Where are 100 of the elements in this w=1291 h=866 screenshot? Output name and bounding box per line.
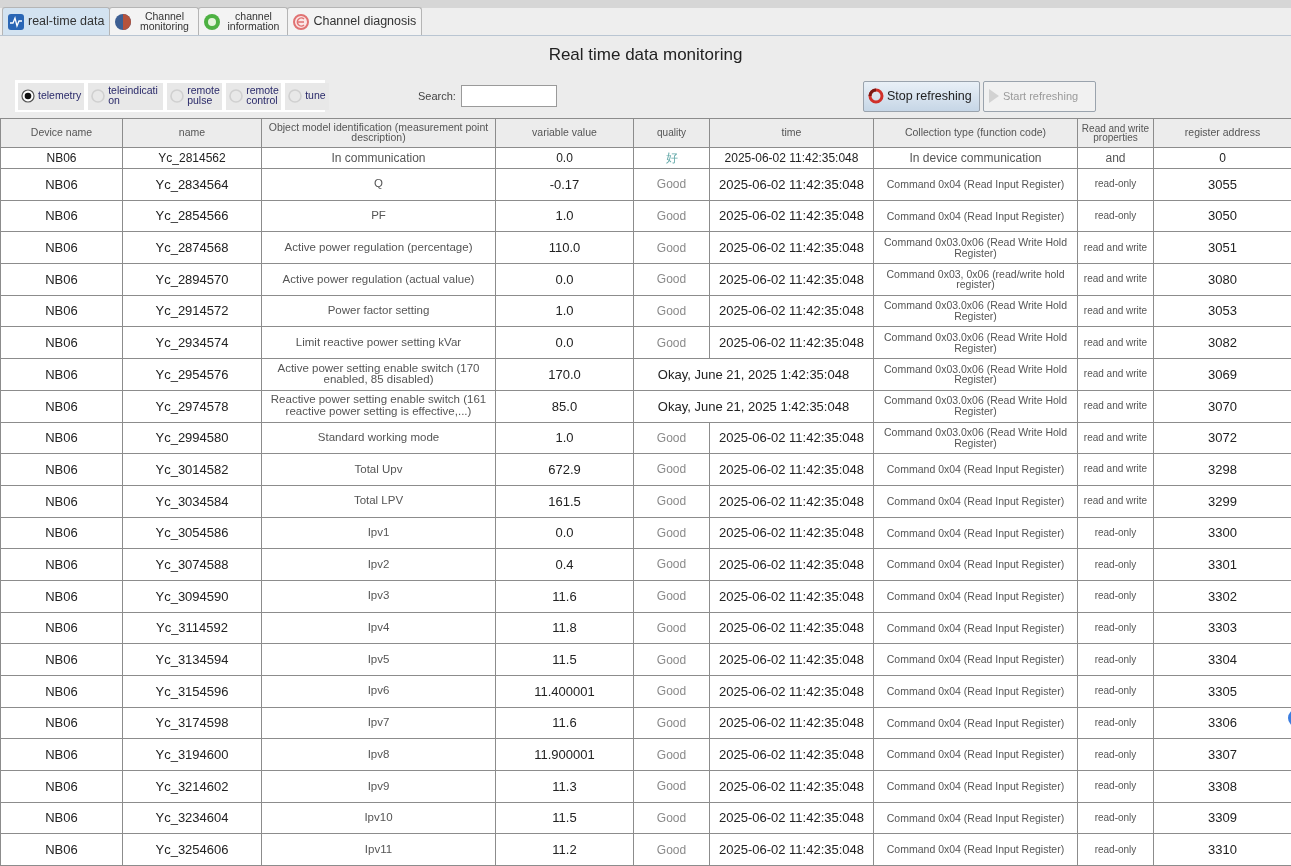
table-cell: read-only <box>1077 833 1154 866</box>
column-header[interactable]: variable value <box>495 118 634 148</box>
table-cell: read-only <box>1077 643 1154 676</box>
table-cell: Command 0x03.0x06 (Read Write Hold Register) <box>873 358 1078 391</box>
table-cell: 2025-06-02 11:42:35:048 <box>709 517 874 549</box>
table-cell: NB06 <box>0 422 123 454</box>
table-cell: Yc_2874568 <box>122 231 262 264</box>
table-cell: Limit reactive power setting kVar <box>261 326 496 359</box>
table-cell: 2025-06-02 11:42:35:048 <box>709 643 874 676</box>
column-header[interactable]: Device name <box>0 118 123 148</box>
column-header[interactable]: name <box>122 118 262 148</box>
table-cell: 11.5 <box>495 802 634 834</box>
table-cell: Ipv5 <box>261 643 496 676</box>
column-header[interactable]: register address <box>1153 118 1291 148</box>
table-cell: 672.9 <box>495 453 634 486</box>
table-cell: Good <box>633 231 710 264</box>
table-cell: Good <box>633 326 710 359</box>
table-cell: NB06 <box>0 263 123 296</box>
column-header[interactable]: Read and write properties <box>1077 118 1154 148</box>
table-cell: 3069 <box>1153 358 1291 391</box>
table-cell: NB06 <box>0 147 123 169</box>
circle-e-icon <box>293 13 310 30</box>
table-cell: read and write <box>1077 453 1154 486</box>
table-cell: Yc_3214602 <box>122 770 262 803</box>
table-cell: 2025-06-02 11:42:35:048 <box>709 738 874 771</box>
tab[interactable]: Channel diagnosis <box>287 7 423 35</box>
table-cell: 3301 <box>1153 548 1291 581</box>
table-cell: Command 0x04 (Read Input Register) <box>873 612 1078 644</box>
column-header[interactable]: quality <box>633 118 710 148</box>
table-cell: read-only <box>1077 707 1154 739</box>
table-cell: NB06 <box>0 200 123 232</box>
table-cell: Command 0x04 (Read Input Register) <box>873 770 1078 803</box>
tab[interactable]: Channel monitoring <box>109 7 200 35</box>
table-cell: NB06 <box>0 326 123 359</box>
table-cell: NB06 <box>0 548 123 581</box>
tab[interactable]: channel information <box>198 7 289 35</box>
column-header[interactable]: Object model identification (measurement point description) <box>261 118 496 148</box>
radio-option[interactable]: remote pulse <box>167 82 223 110</box>
table-cell: 11.400001 <box>495 675 634 708</box>
column-header[interactable]: Collection type (function code) <box>873 118 1078 148</box>
table-cell: NB06 <box>0 770 123 803</box>
table-cell: Power factor setting <box>261 295 496 327</box>
table-cell: read-only <box>1077 200 1154 232</box>
table-cell: Good <box>633 770 710 803</box>
table-cell: Yc_2914572 <box>122 295 262 327</box>
search-field[interactable] <box>460 85 557 107</box>
table-cell: Ipv9 <box>261 770 496 803</box>
stop-icon <box>867 88 884 104</box>
table-cell: 3051 <box>1153 231 1291 264</box>
table-cell: 3307 <box>1153 738 1291 771</box>
table-cell: Yc_3014582 <box>122 453 262 486</box>
table-cell: NB06 <box>0 675 123 708</box>
table-cell: 1.0 <box>495 422 634 454</box>
table-cell: Ipv2 <box>261 548 496 581</box>
table-cell: read-only <box>1077 802 1154 834</box>
table-cell: Command 0x03.0x06 (Read Write Hold Register) <box>873 231 1078 264</box>
column-header[interactable]: time <box>709 118 874 148</box>
table-cell: NB06 <box>0 643 123 676</box>
table-cell: 11.3 <box>495 770 634 803</box>
table-cell: read-only <box>1077 168 1154 201</box>
radio-option[interactable]: remote control <box>226 82 282 110</box>
table-cell: 3305 <box>1153 675 1291 708</box>
table-cell: NB06 <box>0 485 123 518</box>
radio-option[interactable]: tune <box>285 82 329 110</box>
table-cell: 3309 <box>1153 802 1291 834</box>
table-cell: Command 0x03.0x06 (Read Write Hold Register) <box>873 326 1078 359</box>
table-cell: 110.0 <box>495 231 634 264</box>
table-cell: 11.900001 <box>495 738 634 771</box>
table-cell: read-only <box>1077 675 1154 708</box>
table-cell: -0.17 <box>495 168 634 201</box>
table-cell: 2025-06-02 11:42:35:048 <box>709 326 874 359</box>
table-cell: read-only <box>1077 738 1154 771</box>
table-cell: Good <box>633 453 710 486</box>
table-cell: 3298 <box>1153 453 1291 486</box>
tab[interactable]: real-time data <box>2 7 111 35</box>
table-cell: Command 0x04 (Read Input Register) <box>873 643 1078 676</box>
search-label: Search: <box>418 88 456 104</box>
table-cell: Yc_3194600 <box>122 738 262 771</box>
table-cell: 2025-06-02 11:42:35:048 <box>709 485 874 518</box>
table-cell: 170.0 <box>495 358 634 391</box>
radio-option[interactable]: teleindication <box>88 82 164 110</box>
table-cell: Good <box>633 168 710 201</box>
table-cell: Yc_2994580 <box>122 422 262 454</box>
table-cell: 85.0 <box>495 390 634 422</box>
refresh-button[interactable]: Stop refreshing <box>862 80 980 112</box>
table-cell: 3055 <box>1153 168 1291 201</box>
table-cell: Ipv4 <box>261 612 496 644</box>
table-cell: Good <box>633 295 710 327</box>
table-cell: 2025-06-02 11:42:35:048 <box>709 168 874 201</box>
table-cell: Command 0x04 (Read Input Register) <box>873 675 1078 708</box>
table-cell: Yc_2954576 <box>122 358 262 391</box>
radio-option[interactable]: telemetry <box>18 82 85 110</box>
table-cell: Good <box>633 675 710 708</box>
table-cell: Command 0x04 (Read Input Register) <box>873 200 1078 232</box>
table-cell: read-only <box>1077 580 1154 613</box>
table-cell: Okay, June 21, 2025 1:42:35:048 <box>633 390 874 422</box>
table-cell: NB06 <box>0 833 123 866</box>
table-cell: Ipv11 <box>261 833 496 866</box>
table-cell: Yc_3094590 <box>122 580 262 613</box>
table-cell: NB06 <box>0 802 123 834</box>
